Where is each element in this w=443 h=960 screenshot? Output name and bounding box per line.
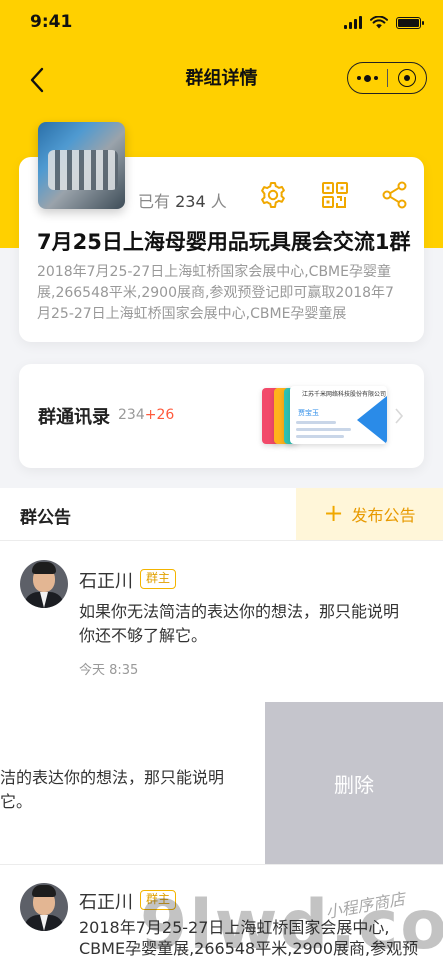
more-menu-button[interactable] <box>348 74 387 82</box>
poster-name: 石正川 <box>79 571 133 592</box>
owner-badge: 群主 <box>140 890 177 910</box>
status-time: 9:41 <box>30 12 73 32</box>
group-description: 2018年7月25-27日上海虹桥国家会展中心,CBME孕婴童展,266548平… <box>37 264 394 322</box>
owner-badge: 群主 <box>140 569 177 589</box>
close-miniprogram-button[interactable] <box>388 69 427 87</box>
announcement-text-line2: 你还不够了解它。 <box>79 626 208 645</box>
signal-icon <box>344 16 362 29</box>
chevron-right-icon <box>395 408 404 424</box>
avatar <box>20 883 68 931</box>
poster-name: 石正川 <box>79 892 133 913</box>
announcement-time: 今天 8:35 <box>79 663 139 678</box>
announcement-text-line2: CBME孕婴童展,266548平米,2900展商,参观预 <box>79 939 419 958</box>
avatar <box>20 560 68 608</box>
delete-button[interactable]: 删除 <box>265 702 443 864</box>
contacts-label: 群通讯录 <box>38 407 110 428</box>
settings-gear-icon[interactable] <box>258 180 288 210</box>
wifi-icon <box>370 16 388 29</box>
status-icons <box>344 16 424 29</box>
publish-announcement-button[interactable]: + 发布公告 <box>296 488 443 540</box>
announcement-title: 群公告 <box>20 508 71 528</box>
qr-code-icon[interactable] <box>320 180 350 210</box>
contacts-count: 234+26 <box>118 407 175 423</box>
publish-label: 发布公告 <box>351 506 416 525</box>
group-avatar <box>38 122 125 209</box>
miniprogram-capsule <box>347 62 427 94</box>
swiped-text-line1: 洁的表达你的想法，那只能说明 <box>0 768 225 787</box>
battery-icon <box>396 16 424 29</box>
share-icon[interactable] <box>380 180 410 210</box>
swiped-text-line2: 它。 <box>0 792 33 811</box>
business-card-preview: 江苏千米网络科技股份有限公司 贾宝玉 <box>290 386 387 444</box>
card-person: 贾宝玉 <box>298 409 319 417</box>
group-name: 7月25日上海母婴用品玩具展会交流1群 <box>37 230 411 254</box>
plus-icon: + <box>323 499 344 527</box>
status-bar: 9:41 <box>0 0 443 46</box>
member-count: 已有 234 人 <box>138 192 227 211</box>
announcement-text-line1: 如果你无法简洁的表达你的想法，那只能说明 <box>79 602 400 621</box>
